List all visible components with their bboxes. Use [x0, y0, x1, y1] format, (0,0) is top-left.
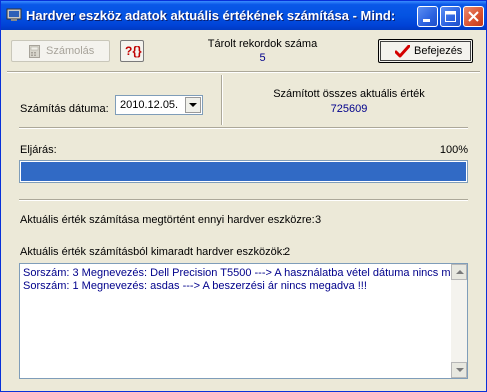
chevron-up-icon [456, 270, 464, 274]
total-value: 725609 [330, 103, 368, 115]
minimize-button[interactable] [417, 6, 438, 27]
list-item[interactable]: Sorszám: 3 Megnevezés: Dell Precision T5… [23, 267, 450, 279]
chevron-down-icon [456, 368, 464, 372]
progress-fill [21, 162, 466, 181]
done-count: 3 [315, 214, 322, 226]
stored-records-label: Tárolt rekordok száma [207, 38, 318, 50]
progress-bar [19, 160, 468, 183]
app-icon [6, 7, 22, 23]
date-label: Számítás dátuma: [20, 103, 109, 115]
sql-button[interactable]: ?{} [120, 40, 144, 62]
stored-records-value: 5 [259, 52, 266, 64]
middle-separator [19, 127, 468, 129]
calculate-label: Számolás [46, 45, 95, 57]
vertical-separator [221, 75, 223, 125]
skipped-count: 2 [284, 246, 291, 258]
total-value-label: Számított összes aktuális érték [273, 88, 425, 100]
calculator-icon [29, 45, 40, 61]
top-separator [7, 71, 480, 73]
date-value: 2010.12.05. [120, 99, 179, 111]
close-button[interactable] [463, 6, 484, 27]
skipped-list[interactable]: Sorszám: 3 Megnevezés: Dell Precision T5… [19, 263, 468, 379]
sql-icon: ?{} [125, 44, 142, 58]
done-label: Aktuális érték számítása megtörtént enny… [20, 214, 315, 226]
client-area: Számolás ?{} Tárolt rekordok száma 5 Bef… [5, 31, 482, 388]
calculate-button[interactable]: Számolás [11, 40, 110, 62]
checkmark-icon [394, 44, 411, 61]
vertical-scrollbar[interactable] [451, 264, 467, 378]
procedure-label: Eljárás: [20, 144, 57, 156]
end-label: Befejezés [414, 45, 463, 57]
end-button[interactable]: Befejezés [378, 39, 473, 63]
chevron-down-icon [189, 103, 197, 107]
maximize-button[interactable] [440, 6, 461, 27]
scroll-down-button[interactable] [451, 362, 467, 378]
list-item[interactable]: Sorszám: 1 Megnevezés: asdas ---> A besz… [23, 280, 367, 292]
lower-separator [19, 199, 468, 201]
procedure-percent: 100% [439, 144, 468, 156]
skipped-label: Aktuális érték számításból kimaradt hard… [20, 246, 286, 258]
title-bar[interactable]: Hardver eszköz adatok aktuális értékének… [1, 1, 486, 30]
date-picker[interactable]: 2010.12.05. [115, 95, 203, 115]
dropdown-arrow-button[interactable] [185, 97, 201, 113]
main-window: Hardver eszköz adatok aktuális értékének… [0, 0, 487, 392]
window-title: Hardver eszköz adatok aktuális értékének… [26, 8, 396, 23]
scroll-up-button[interactable] [451, 264, 467, 280]
